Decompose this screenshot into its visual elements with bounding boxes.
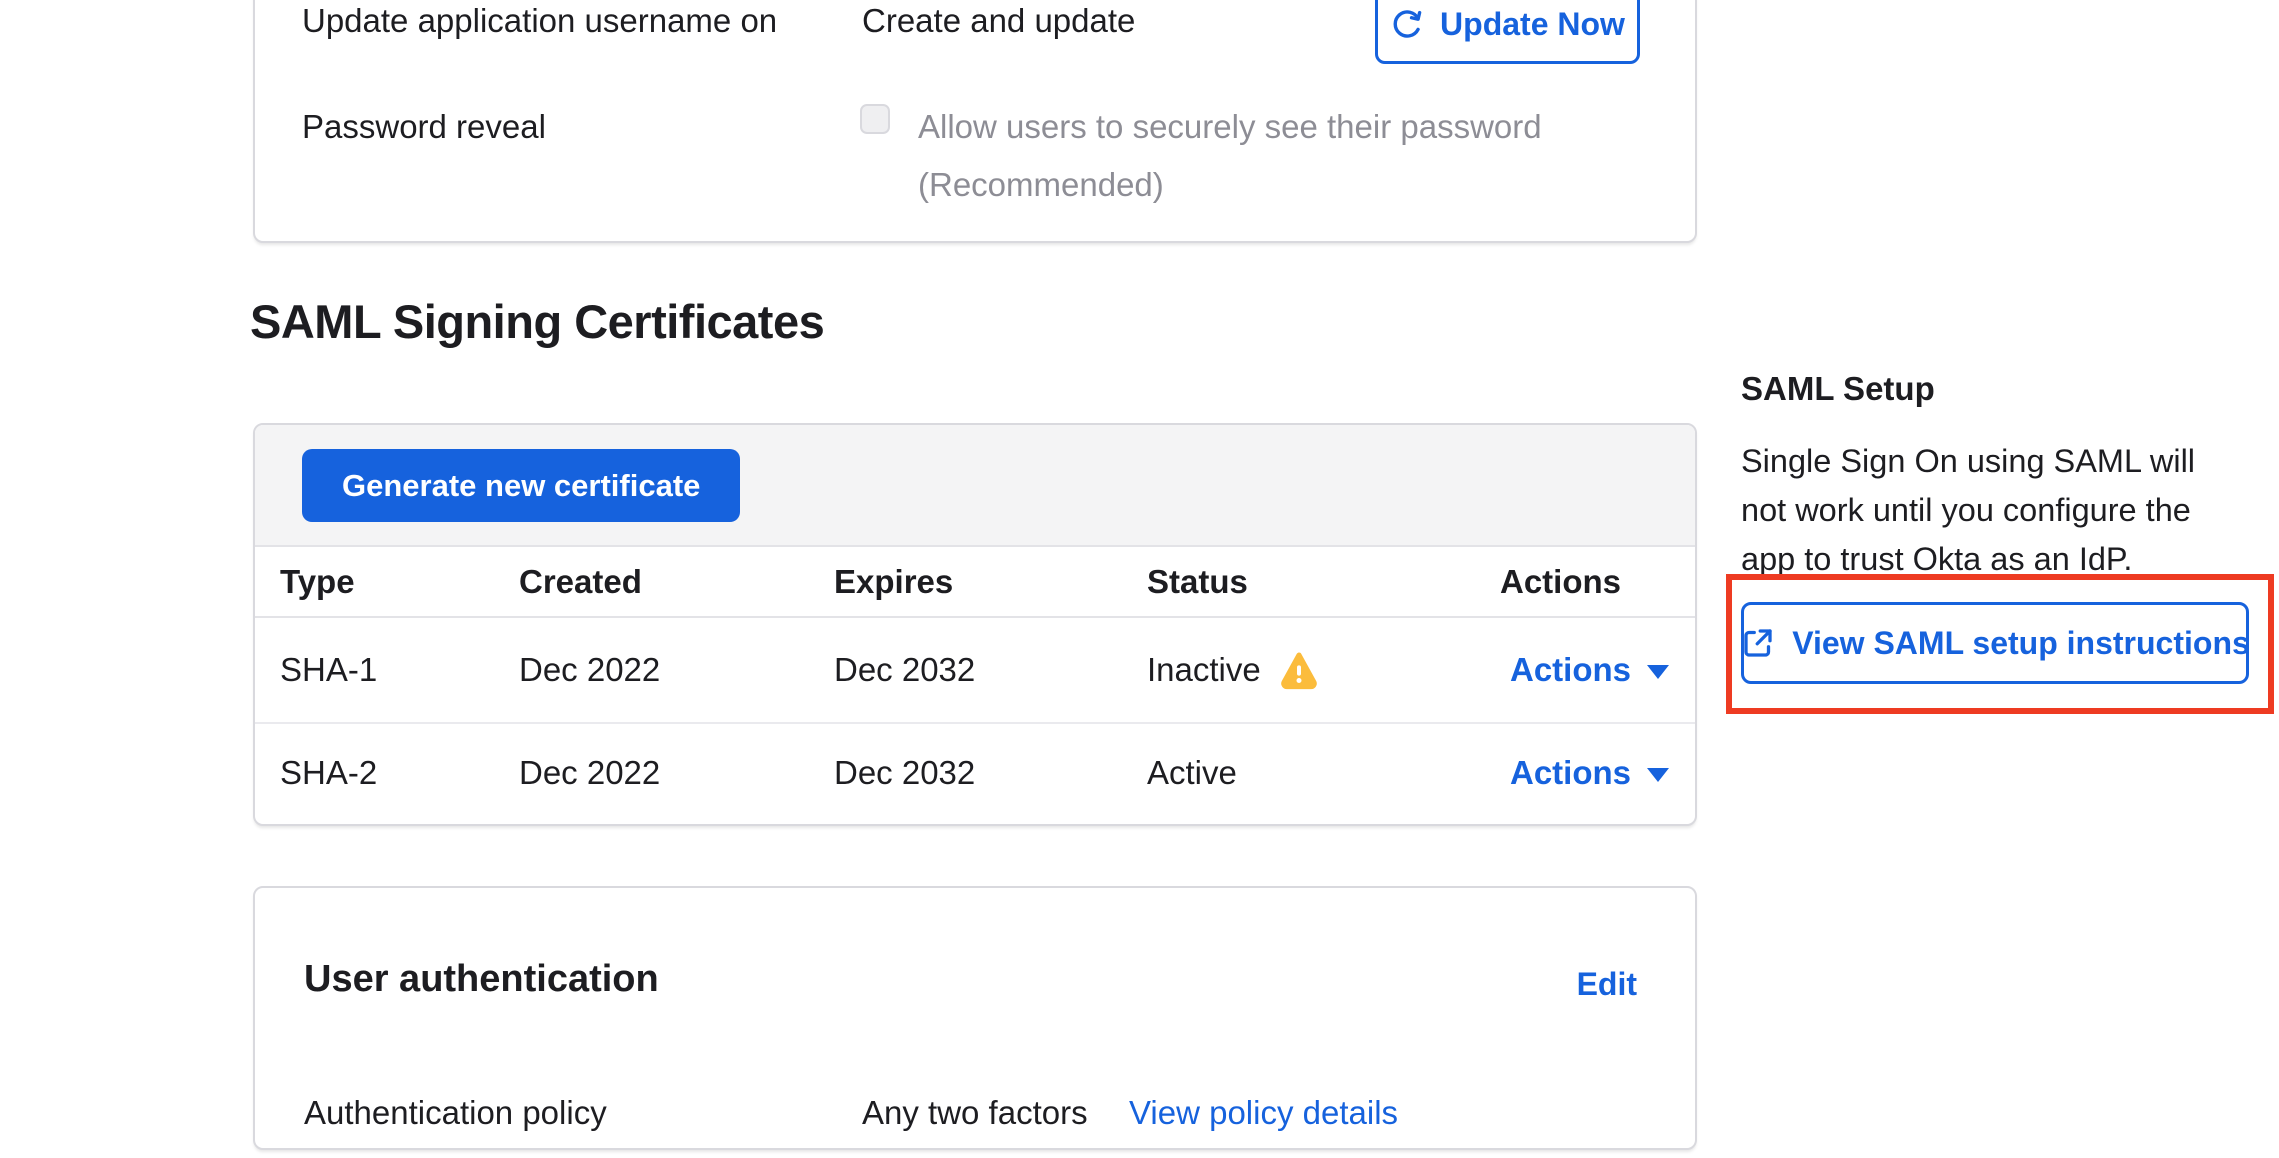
refresh-icon — [1390, 7, 1424, 41]
certificates-card-header: Generate new certificate — [255, 425, 1695, 547]
user-authentication-heading: User authentication — [304, 958, 659, 1001]
cert-type: SHA-1 — [280, 651, 377, 689]
generate-certificate-button[interactable]: Generate new certificate — [302, 449, 740, 522]
cert-expires: Dec 2032 — [834, 754, 975, 792]
authentication-policy-label: Authentication policy — [304, 1094, 607, 1132]
saml-setup-description: Single Sign On using SAML will not work … — [1741, 437, 2246, 584]
column-header-created: Created — [519, 563, 642, 601]
update-now-label: Update Now — [1440, 6, 1625, 43]
update-now-button[interactable]: Update Now — [1375, 0, 1640, 64]
cert-expires: Dec 2032 — [834, 651, 975, 689]
warning-icon — [1279, 650, 1319, 690]
password-reveal-checkbox[interactable] — [860, 104, 890, 134]
actions-menu-button[interactable]: Actions — [1510, 754, 1669, 792]
cert-status: Active — [1147, 754, 1237, 792]
password-reveal-option-text: Allow users to securely see their passwo… — [918, 108, 1542, 146]
user-authentication-card: User authentication Edit Authentication … — [253, 886, 1697, 1150]
saml-app-settings-page: Update application username on Create an… — [0, 0, 2279, 1158]
chevron-down-icon — [1647, 768, 1669, 782]
password-reveal-note: (Recommended) — [918, 166, 1164, 204]
view-policy-details-link[interactable]: View policy details — [1129, 1094, 1398, 1132]
view-saml-setup-instructions-label: View SAML setup instructions — [1792, 625, 2250, 662]
chevron-down-icon — [1647, 665, 1669, 679]
saml-certificates-card: Generate new certificate Type Created Ex… — [253, 423, 1697, 826]
update-username-value: Create and update — [862, 2, 1135, 40]
column-header-expires: Expires — [834, 563, 953, 601]
update-username-label: Update application username on — [302, 2, 777, 40]
saml-setup-heading: SAML Setup — [1741, 370, 1935, 408]
actions-label: Actions — [1510, 651, 1631, 689]
cert-created: Dec 2022 — [519, 651, 660, 689]
column-header-type: Type — [280, 563, 355, 601]
column-header-actions: Actions — [1500, 563, 1621, 601]
edit-link[interactable]: Edit — [1577, 966, 1637, 1003]
actions-label: Actions — [1510, 754, 1631, 792]
app-settings-card: Update application username on Create an… — [253, 0, 1697, 243]
column-header-status: Status — [1147, 563, 1248, 601]
cert-status-cell: Inactive — [1147, 650, 1319, 690]
page-title: SAML Signing Certificates — [250, 294, 824, 349]
table-row-sha2: SHA-2 Dec 2022 Dec 2032 Active Actions — [255, 724, 1695, 822]
view-saml-setup-instructions-button[interactable]: View SAML setup instructions — [1741, 602, 2249, 684]
actions-menu-button[interactable]: Actions — [1510, 651, 1669, 689]
cert-status: Inactive — [1147, 651, 1261, 689]
table-row-sha1: SHA-1 Dec 2022 Dec 2032 Inactive Actions — [255, 618, 1695, 724]
cert-created: Dec 2022 — [519, 754, 660, 792]
authentication-policy-value: Any two factors — [862, 1094, 1088, 1132]
external-link-icon — [1740, 625, 1776, 661]
password-reveal-label: Password reveal — [302, 108, 546, 146]
cert-type: SHA-2 — [280, 754, 377, 792]
certificates-table-header: Type Created Expires Status Actions — [255, 547, 1695, 618]
